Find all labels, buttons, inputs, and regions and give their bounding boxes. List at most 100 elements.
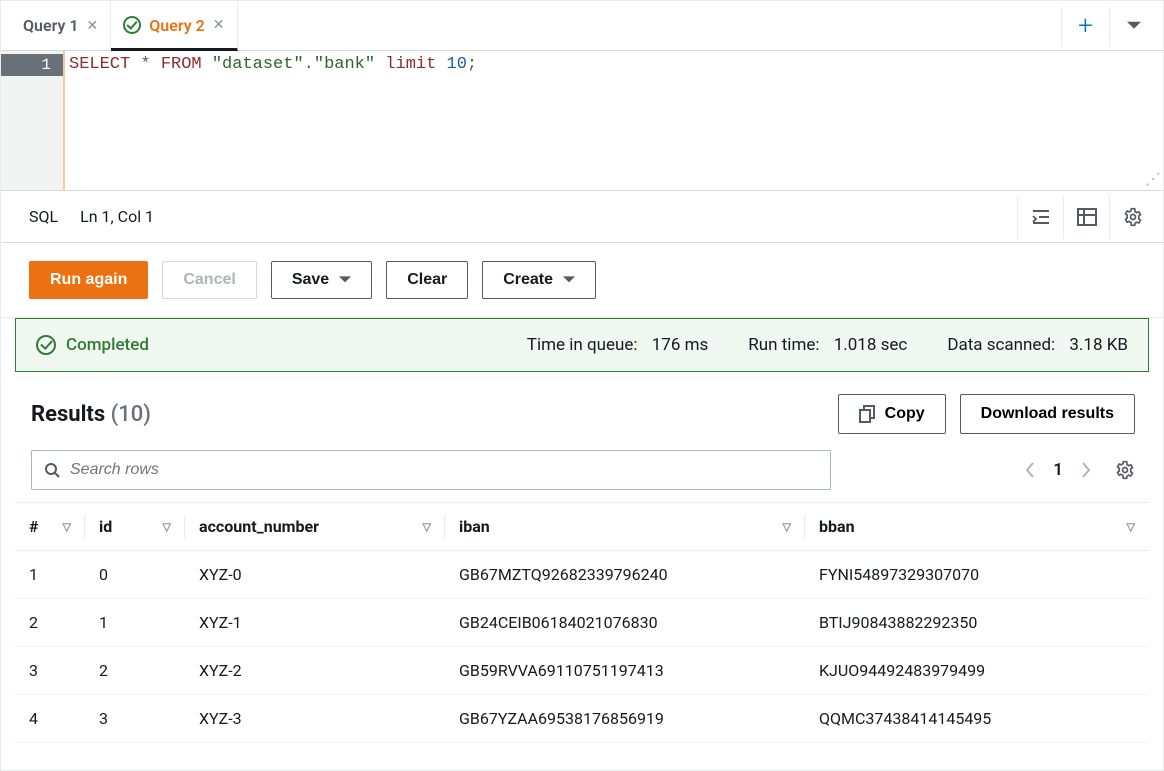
settings-gear-button[interactable]	[1109, 195, 1155, 239]
line-gutter: 1	[1, 51, 63, 190]
code-area[interactable]: SELECT * FROM "dataset"."bank" limit 10;	[63, 51, 1163, 190]
next-page-button[interactable]	[1081, 462, 1091, 478]
cell-idx: 2	[15, 599, 85, 647]
results-title: Results (10)	[31, 402, 151, 427]
create-button[interactable]: Create	[482, 261, 596, 299]
table-row[interactable]: 32XYZ-2GB59RVVA69110751197413KJUO9449248…	[15, 647, 1149, 695]
save-button[interactable]: Save	[271, 261, 372, 299]
cell-bban: KJUO94492483979499	[805, 647, 1149, 695]
cell-account_number: XYZ-0	[185, 551, 445, 599]
tok-bank: "bank"	[314, 55, 375, 74]
prev-page-button[interactable]	[1025, 462, 1035, 478]
cell-idx: 1	[15, 551, 85, 599]
clear-button[interactable]: Clear	[386, 261, 468, 299]
search-rows-box[interactable]	[31, 450, 831, 490]
filter-icon[interactable]: ▽	[1127, 520, 1135, 533]
pager: 1	[1025, 460, 1135, 480]
tab-query-2[interactable]: Query 2 ✕	[111, 2, 237, 51]
col-id[interactable]: id ▽	[85, 503, 185, 551]
sql-editor[interactable]: 1 SELECT * FROM "dataset"."bank" limit 1…	[1, 51, 1163, 191]
query-actions-row: Run again Cancel Save Clear Create	[1, 243, 1163, 318]
tabs-list: Query 1 ✕ Query 2 ✕	[11, 1, 1061, 50]
cell-iban: GB24CEIB06184021076830	[445, 599, 805, 647]
col-iban[interactable]: iban ▽	[445, 503, 805, 551]
current-page: 1	[1053, 460, 1063, 480]
run-time-value: 1.018 sec	[834, 335, 908, 355]
check-circle-icon	[36, 335, 56, 355]
table-row[interactable]: 10XYZ-0GB67MZTQ92682339796240FYNI5489732…	[15, 551, 1149, 599]
table-view-button[interactable]	[1063, 195, 1109, 239]
caret-down-icon	[339, 276, 351, 284]
tok-star: *	[140, 55, 150, 74]
cell-id: 3	[85, 695, 185, 743]
cell-iban: GB67MZTQ92682339796240	[445, 551, 805, 599]
filter-icon[interactable]: ▽	[163, 520, 171, 533]
copy-icon	[859, 405, 875, 423]
col-id-label: id	[99, 517, 112, 536]
results-table: # ▽ id ▽ account_number ▽ iban ▽ bban ▽ …	[15, 502, 1149, 743]
table-row[interactable]: 43XYZ-3GB67YZAA69538176856919QQMC3743841…	[15, 695, 1149, 743]
cursor-position-label: Ln 1, Col 1	[80, 207, 154, 226]
run-again-button[interactable]: Run again	[29, 261, 148, 299]
cell-idx: 4	[15, 695, 85, 743]
format-button[interactable]	[1017, 195, 1063, 239]
results-count: (10)	[111, 402, 151, 427]
queue-time-value: 176 ms	[652, 335, 709, 355]
editor-status-bar: SQL Ln 1, Col 1	[1, 191, 1163, 243]
table-row[interactable]: 21XYZ-1GB24CEIB06184021076830BTIJ9084388…	[15, 599, 1149, 647]
run-time-metric: Run time: 1.018 sec	[748, 335, 907, 355]
queue-time-label: Time in queue:	[527, 335, 638, 355]
cell-id: 0	[85, 551, 185, 599]
cancel-button: Cancel	[162, 261, 256, 299]
language-label: SQL	[29, 207, 58, 226]
col-account-number[interactable]: account_number ▽	[185, 503, 445, 551]
kw-select: SELECT	[69, 55, 130, 74]
tab-query-1[interactable]: Query 1 ✕	[11, 1, 111, 50]
filter-icon[interactable]: ▽	[423, 520, 431, 533]
create-label: Create	[503, 271, 553, 289]
cell-iban: GB67YZAA69538176856919	[445, 695, 805, 743]
status-completed-label: Completed	[66, 335, 149, 355]
caret-down-icon	[563, 276, 575, 284]
cell-iban: GB59RVVA69110751197413	[445, 647, 805, 695]
check-circle-icon	[123, 16, 141, 34]
col-iban-label: iban	[459, 517, 490, 536]
cell-account_number: XYZ-3	[185, 695, 445, 743]
tabs-actions: +	[1061, 1, 1157, 50]
copy-label: Copy	[885, 405, 925, 423]
tab-label: Query 1	[23, 16, 79, 35]
tok-10: 10	[447, 55, 467, 74]
filter-icon[interactable]: ▽	[783, 520, 791, 533]
col-bban-label: bban	[819, 517, 855, 536]
cell-bban: BTIJ90843882292350	[805, 599, 1149, 647]
table-settings-button[interactable]	[1115, 460, 1135, 480]
download-results-button[interactable]: Download results	[960, 394, 1135, 434]
close-icon[interactable]: ✕	[87, 18, 99, 34]
query-tabs-bar: Query 1 ✕ Query 2 ✕ +	[1, 1, 1163, 51]
copy-button[interactable]: Copy	[838, 394, 946, 434]
kw-limit: limit	[385, 55, 436, 74]
cancel-label: Cancel	[183, 271, 235, 289]
queue-time-metric: Time in queue: 176 ms	[527, 335, 709, 355]
cell-bban: FYNI54897329307070	[805, 551, 1149, 599]
resize-handle-icon[interactable]: ⋰	[1145, 169, 1161, 188]
data-scanned-metric: Data scanned: 3.18 KB	[947, 335, 1128, 355]
tab-label: Query 2	[149, 16, 205, 35]
run-again-label: Run again	[50, 271, 127, 289]
add-tab-button[interactable]: +	[1061, 6, 1109, 46]
tok-dataset: "dataset"	[212, 55, 304, 74]
filter-icon[interactable]: ▽	[63, 520, 71, 533]
data-scanned-label: Data scanned:	[947, 335, 1055, 355]
col-account-label: account_number	[199, 517, 319, 536]
search-input[interactable]	[70, 461, 818, 479]
save-label: Save	[292, 271, 329, 289]
close-icon[interactable]: ✕	[213, 17, 225, 33]
cell-id: 2	[85, 647, 185, 695]
tabs-menu-button[interactable]	[1109, 6, 1157, 46]
status-banner: Completed Time in queue: 176 ms Run time…	[15, 318, 1149, 372]
col-index[interactable]: # ▽	[15, 503, 85, 551]
tok-dot: .	[304, 55, 314, 74]
clear-label: Clear	[407, 271, 447, 289]
col-bban[interactable]: bban ▽	[805, 503, 1149, 551]
cell-bban: QQMC37438414145495	[805, 695, 1149, 743]
